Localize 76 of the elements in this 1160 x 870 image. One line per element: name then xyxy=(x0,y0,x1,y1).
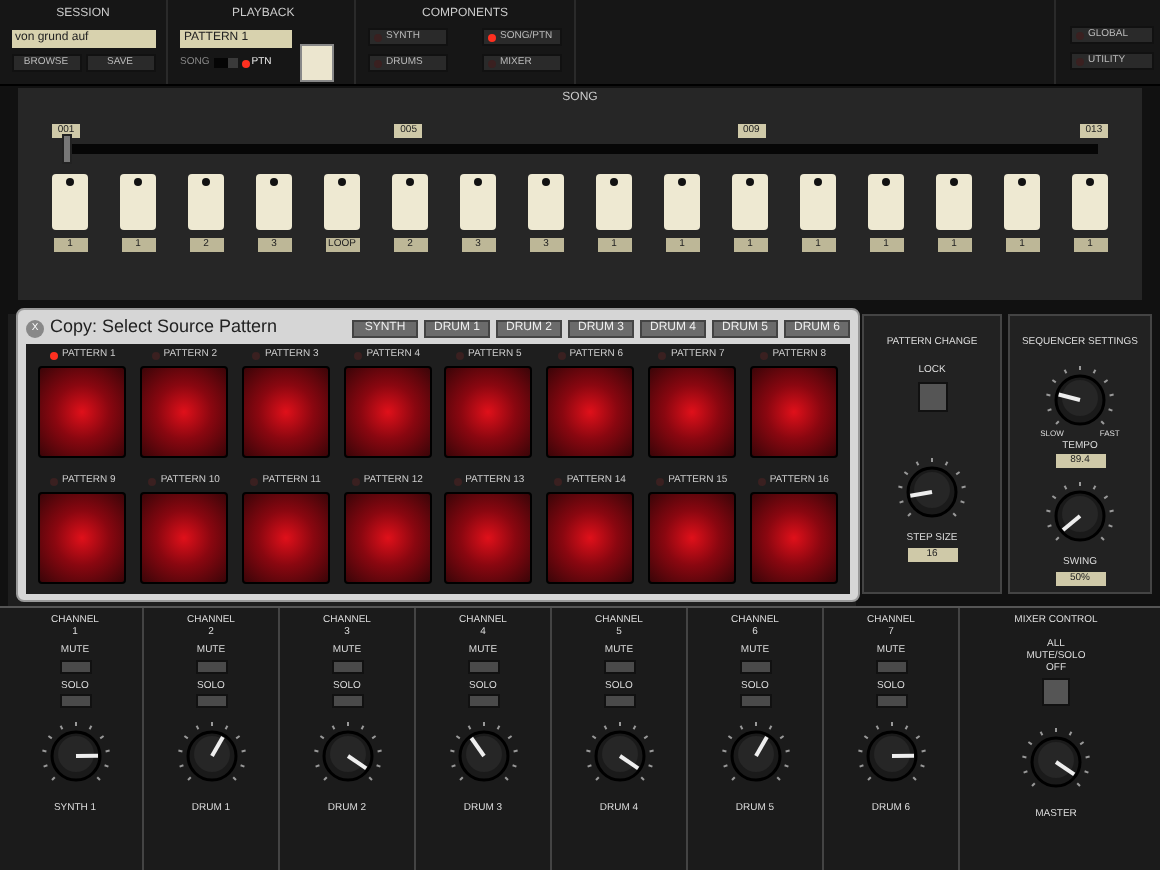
led-icon xyxy=(151,351,160,360)
step-button[interactable] xyxy=(664,174,700,230)
step-button[interactable] xyxy=(52,174,88,230)
solo-button[interactable] xyxy=(59,694,91,708)
step-button[interactable] xyxy=(120,174,156,230)
led-icon xyxy=(455,351,464,360)
solo-button[interactable] xyxy=(467,694,499,708)
step-button[interactable] xyxy=(936,174,972,230)
led-icon xyxy=(554,477,563,486)
mute-button[interactable] xyxy=(331,659,363,673)
step-button[interactable] xyxy=(460,174,496,230)
step-button[interactable] xyxy=(1072,174,1108,230)
mute-button[interactable] xyxy=(875,659,907,673)
solo-button[interactable] xyxy=(739,694,771,708)
step-button[interactable] xyxy=(324,174,360,230)
solo-button[interactable] xyxy=(875,694,907,708)
step-button[interactable] xyxy=(256,174,292,230)
solo-button[interactable] xyxy=(331,694,363,708)
pattern-pad[interactable] xyxy=(38,491,127,583)
pattern-pad[interactable] xyxy=(241,491,330,583)
led-icon xyxy=(1076,57,1084,65)
mute-button[interactable] xyxy=(467,659,499,673)
led-icon xyxy=(757,477,766,486)
pattern-pad[interactable] xyxy=(647,365,736,457)
dialog-title: Copy: Select Source Pattern xyxy=(50,314,280,341)
step-button[interactable] xyxy=(528,174,564,230)
led-icon xyxy=(354,351,363,360)
led-icon xyxy=(760,351,769,360)
play-button[interactable] xyxy=(300,44,334,82)
led-icon xyxy=(374,59,382,67)
led-icon xyxy=(148,477,157,486)
led-icon xyxy=(252,351,261,360)
solo-button[interactable] xyxy=(603,694,635,708)
led-icon xyxy=(250,477,259,486)
step-button[interactable] xyxy=(800,174,836,230)
step-button[interactable] xyxy=(188,174,224,230)
slider-thumb[interactable] xyxy=(62,134,72,164)
song-position-slider[interactable] xyxy=(62,134,1098,164)
led-icon xyxy=(351,477,360,486)
pattern-pad[interactable] xyxy=(647,491,736,583)
led-icon xyxy=(656,477,665,486)
mute-button[interactable] xyxy=(603,659,635,673)
mute-button[interactable] xyxy=(739,659,771,673)
led-icon xyxy=(241,59,250,68)
step-button[interactable] xyxy=(868,174,904,230)
all-off-button[interactable] xyxy=(1042,677,1070,705)
pattern-pad[interactable] xyxy=(444,365,533,457)
pattern-pad[interactable] xyxy=(140,365,229,457)
led-icon xyxy=(49,477,58,486)
step-button[interactable] xyxy=(596,174,632,230)
mode-switch[interactable] xyxy=(213,58,238,69)
led-icon xyxy=(1076,31,1084,39)
pattern-pad[interactable] xyxy=(140,491,229,583)
led-icon xyxy=(488,59,496,67)
led-icon xyxy=(374,33,382,41)
pattern-pad[interactable] xyxy=(546,365,635,457)
lock-button[interactable] xyxy=(917,382,947,412)
pattern-pad[interactable] xyxy=(343,491,432,583)
pattern-pad[interactable] xyxy=(444,491,533,583)
led-icon xyxy=(453,477,462,486)
pattern-pad[interactable] xyxy=(38,365,127,457)
solo-button[interactable] xyxy=(195,694,227,708)
pattern-pad[interactable] xyxy=(343,365,432,457)
pattern-pad[interactable] xyxy=(749,365,838,457)
led-icon xyxy=(658,351,667,360)
pattern-pad[interactable] xyxy=(749,491,838,583)
step-button[interactable] xyxy=(732,174,768,230)
led-icon xyxy=(49,351,58,360)
mute-button[interactable] xyxy=(59,659,91,673)
led-icon xyxy=(557,351,566,360)
step-button[interactable] xyxy=(1004,174,1040,230)
pattern-pad[interactable] xyxy=(546,491,635,583)
led-icon xyxy=(488,33,496,41)
mute-button[interactable] xyxy=(195,659,227,673)
pattern-pad[interactable] xyxy=(241,365,330,457)
step-button[interactable] xyxy=(392,174,428,230)
